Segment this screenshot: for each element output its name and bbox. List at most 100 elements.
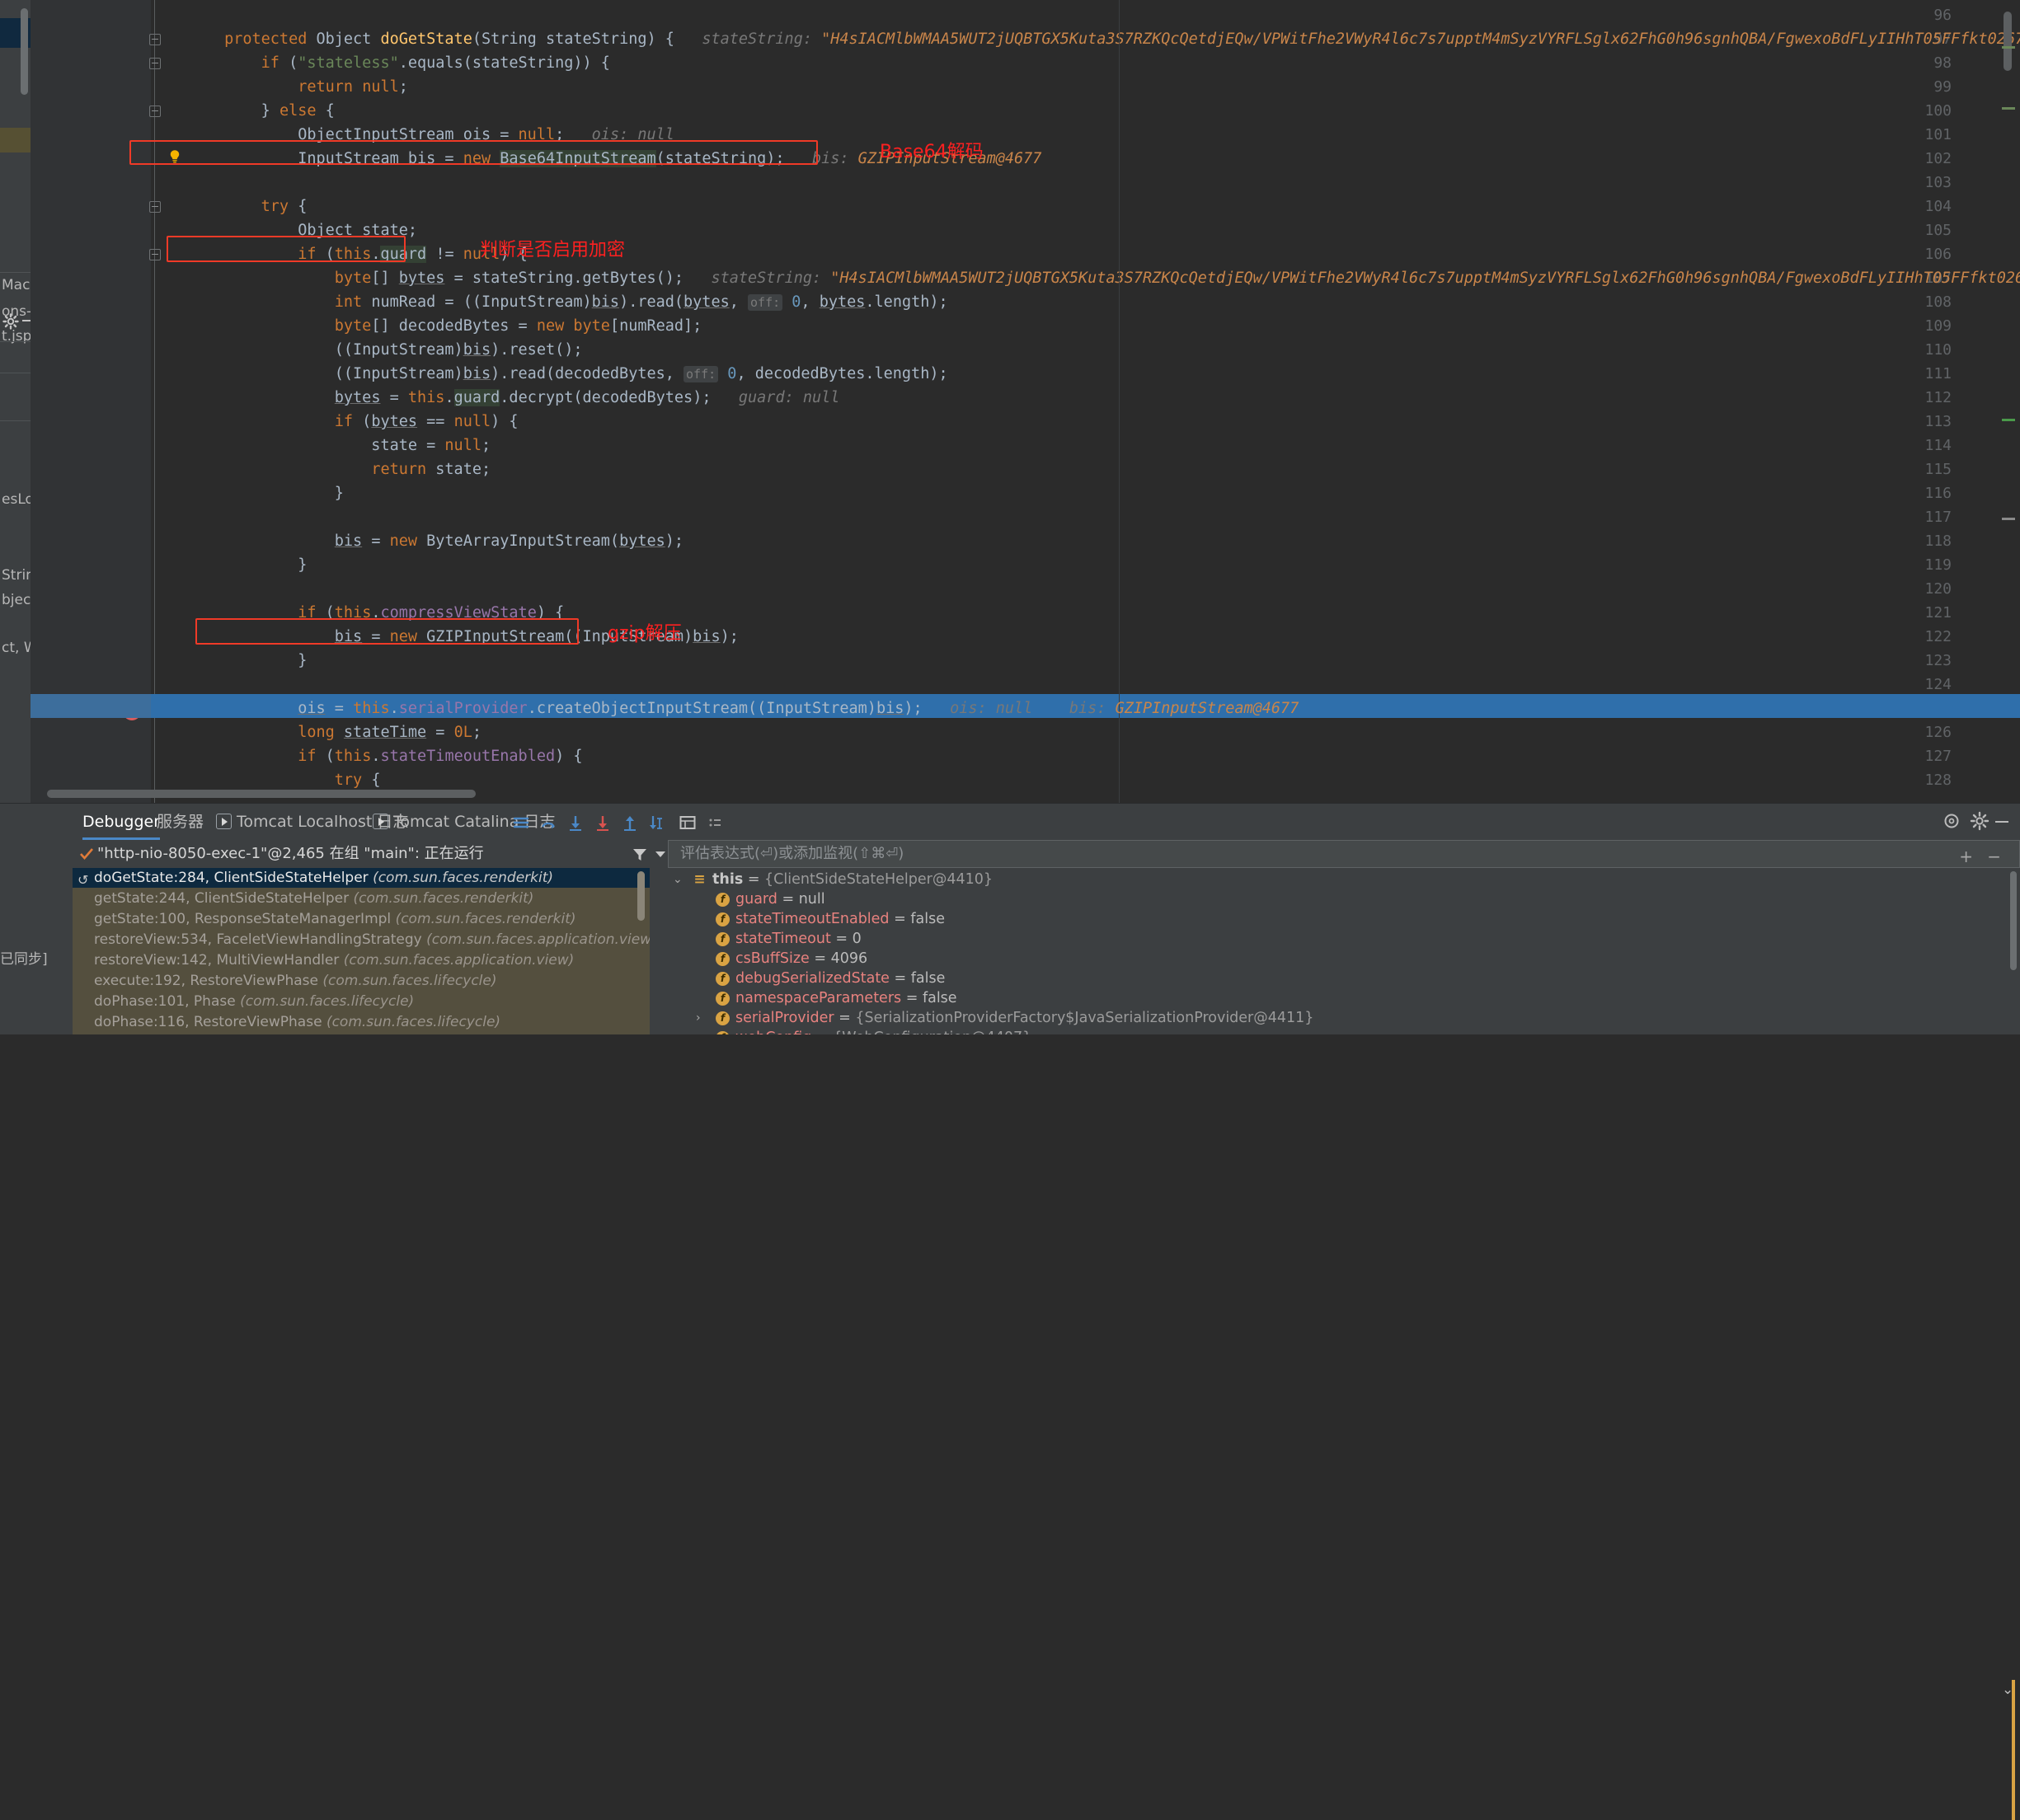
frame-row[interactable]: execute:192, RestoreViewPhase (com.sun.f… xyxy=(73,971,650,991)
code-line[interactable]: bis = new ByteArrayInputStream(bytes); xyxy=(151,529,2020,553)
chevron-down-icon[interactable]: ⌄ xyxy=(673,870,683,889)
variables-scrollbar[interactable] xyxy=(2010,871,2017,970)
variable-row[interactable]: f csBuffSize = 4096 xyxy=(668,949,2020,969)
variables-tree[interactable]: ⌄ ≡ this = {ClientSideStateHelper@4410} f gu… xyxy=(668,868,2020,1034)
code-line[interactable] xyxy=(151,3,2020,27)
variable-row[interactable]: f namespaceParameters = false xyxy=(668,988,2020,1008)
code-line[interactable]: protected Object doGetState(String state… xyxy=(151,27,2020,51)
frame-row[interactable]: doPhase:101, Phase (com.sun.faces.lifecy… xyxy=(73,992,650,1011)
code-line[interactable]: bytes = this.guard.decrypt(decodedBytes)… xyxy=(151,386,2020,410)
variable-row[interactable]: f stateTimeout = 0 xyxy=(668,929,2020,949)
frame-row[interactable]: restoreView:534, FaceletViewHandlingStra… xyxy=(73,930,650,950)
frame-row[interactable]: restoreView:142, MultiViewHandler (com.s… xyxy=(73,950,650,970)
code-line[interactable]: int numRead = ((InputStream)bis).read(by… xyxy=(151,290,2020,314)
left-peek-scrollbar[interactable] xyxy=(21,8,28,95)
settings-icon[interactable] xyxy=(1942,811,1961,831)
left-peek-text: bject ↑ xyxy=(2,592,31,608)
code-line[interactable] xyxy=(151,171,2020,195)
variable-text: stateTimeoutEnabled = false xyxy=(735,909,945,929)
minimize-icon[interactable] xyxy=(1995,821,2008,823)
layout-icon[interactable] xyxy=(511,813,531,833)
code-line[interactable]: Object state; xyxy=(151,218,2020,242)
code-line[interactable]: } xyxy=(151,481,2020,505)
code-token: new xyxy=(463,150,491,167)
code-line[interactable]: bis = new GZIPInputStream((InputStream)b… xyxy=(151,625,2020,649)
code-line[interactable]: ((InputStream)bis).read(decodedBytes, of… xyxy=(151,362,2020,386)
frame-row[interactable]: getState:244, ClientSideStateHelper (com… xyxy=(73,889,650,908)
code-line[interactable]: ois = this.serialProvider.createObjectIn… xyxy=(151,697,2020,720)
evaluate-expression-input[interactable]: 评估表达式(⏎)或添加监视(⇧⌘⏎) + − xyxy=(668,840,2020,868)
gear-icon[interactable] xyxy=(1970,811,1989,831)
evaluate-icon[interactable] xyxy=(678,813,698,833)
code-line[interactable]: ObjectInputStream ois = null; ois: null xyxy=(151,123,2020,147)
code-line[interactable] xyxy=(151,505,2020,529)
chevron-right-icon[interactable]: › xyxy=(696,1008,701,1028)
frame-row[interactable]: doPhase:116, RestoreViewPhase (com.sun.f… xyxy=(73,1012,650,1032)
code-token: } xyxy=(151,556,308,574)
frame-package: (com.sun.faces.lifecycle) xyxy=(322,973,497,989)
code-line[interactable]: if ("stateless".equals(stateString)) { xyxy=(151,51,2020,75)
variable-row[interactable]: f guard = null xyxy=(668,889,2020,909)
code-token: ).reset(); xyxy=(491,341,583,359)
code-line[interactable]: if (this.stateTimeoutEnabled) { xyxy=(151,744,2020,768)
code-line[interactable]: ((InputStream)bis).reset(); xyxy=(151,338,2020,362)
code-line[interactable]: } xyxy=(151,553,2020,577)
frame-method: getState:244, ClientSideStateHelper xyxy=(94,890,354,907)
variable-row[interactable]: f debugSerializedState = false xyxy=(668,969,2020,988)
chevron-down-icon[interactable] xyxy=(655,851,665,857)
frame-row[interactable]: ↺ doGetState:284, ClientSideStateHelper (… xyxy=(73,868,650,888)
code-line[interactable]: try { xyxy=(151,768,2020,792)
remove-watch-button[interactable]: − xyxy=(1987,847,2001,866)
code-line[interactable] xyxy=(151,577,2020,601)
code-line[interactable]: if (this.guard != null) { xyxy=(151,242,2020,266)
gear-icon[interactable] xyxy=(2,313,19,330)
code-line[interactable]: if (bytes == null) { xyxy=(151,410,2020,434)
code-line[interactable]: if (this.compressViewState) { xyxy=(151,601,2020,625)
code-line[interactable]: return null; xyxy=(151,75,2020,99)
editor-vertical-scrollbar[interactable] xyxy=(2004,12,2012,71)
frames-list[interactable]: ↺ doGetState:284, ClientSideStateHelper (… xyxy=(73,868,650,1034)
editor-horizontal-scrollbar[interactable] xyxy=(47,790,476,798)
code-line[interactable]: long stateTime = 0L; xyxy=(151,720,2020,744)
step-into-icon[interactable] xyxy=(566,813,585,833)
tab-debugger[interactable]: Debugger xyxy=(82,804,161,840)
code-line[interactable]: } xyxy=(151,649,2020,673)
tab-server[interactable]: 服务器 xyxy=(157,804,204,840)
code-line[interactable]: } else { xyxy=(151,99,2020,123)
code-line[interactable]: return state; xyxy=(151,457,2020,481)
code-token: .decrypt(decodedBytes); xyxy=(500,389,712,406)
filter-icon[interactable] xyxy=(632,847,648,863)
code-line[interactable]: try { xyxy=(151,195,2020,218)
code-token: (String stateString) { xyxy=(472,30,674,48)
marker-stripe xyxy=(2002,107,2015,110)
code-token: guard: xyxy=(711,389,794,406)
code-line[interactable] xyxy=(151,673,2020,697)
more-icon[interactable] xyxy=(705,813,725,833)
variables-side-marker xyxy=(2012,1680,2015,1820)
variable-row[interactable]: ⌄ ≡ this = {ClientSideStateHelper@4410} xyxy=(668,870,2020,889)
code-line[interactable]: InputStream bis = new Base64InputStream(… xyxy=(151,147,2020,171)
step-over-icon[interactable] xyxy=(538,813,558,833)
code-line[interactable]: byte[] bytes = stateString.getBytes(); s… xyxy=(151,266,2020,290)
run-to-cursor-icon[interactable] xyxy=(647,813,667,833)
variable-row[interactable]: › f serialProvider = {SerializationProvide… xyxy=(668,1008,2020,1028)
variable-row[interactable]: f stateTimeoutEnabled = false xyxy=(668,909,2020,929)
editor-gutter[interactable] xyxy=(31,0,151,803)
annotation-label-gzip: gzip解压 xyxy=(608,623,682,644)
variable-equals: = xyxy=(889,911,911,927)
frame-row[interactable]: getState:100, ResponseStateManagerImpl (… xyxy=(73,909,650,929)
step-out-icon[interactable] xyxy=(620,813,640,833)
code-token: [] xyxy=(371,270,399,287)
code-line[interactable]: state = null; xyxy=(151,434,2020,457)
code-token: ByteArrayInputStream( xyxy=(417,532,620,550)
code-text[interactable]: protected Object doGetState(String state… xyxy=(151,0,2020,803)
code-token: = xyxy=(491,126,519,143)
minimize-icon[interactable] xyxy=(22,320,31,321)
add-watch-button[interactable]: + xyxy=(1959,847,1973,866)
code-editor[interactable]: 96 97 98 99 100 101 102 103 104 105 106 107 108 109 11… xyxy=(31,0,2020,803)
frames-scrollbar[interactable] xyxy=(637,871,645,921)
code-line[interactable]: byte[] decodedBytes = new byte[numRead]; xyxy=(151,314,2020,338)
code-token: this xyxy=(407,389,445,406)
force-step-into-icon[interactable] xyxy=(593,813,613,833)
